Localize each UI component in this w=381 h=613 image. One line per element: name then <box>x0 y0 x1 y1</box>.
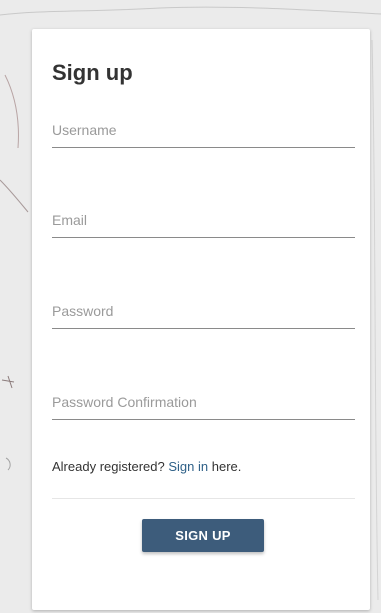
email-input[interactable] <box>52 203 355 237</box>
username-input[interactable] <box>52 113 355 147</box>
email-field-container <box>52 203 355 238</box>
already-registered-text: Already registered? <box>52 459 165 474</box>
sign-in-link[interactable]: Sign in <box>168 459 208 474</box>
here-text: here. <box>211 459 242 474</box>
page-title: Sign up <box>52 60 133 85</box>
divider <box>52 498 355 499</box>
password-input[interactable] <box>52 294 355 328</box>
signup-card: Sign up Already registered? Sign in here… <box>32 29 370 610</box>
signup-page: Sign up Already registered? Sign in here… <box>0 0 381 613</box>
username-field-container <box>52 113 355 148</box>
password-field-container <box>52 294 355 329</box>
sign-up-button[interactable]: SIGN UP <box>142 519 264 552</box>
already-registered-line: Already registered? Sign in here. <box>52 459 241 474</box>
password-confirmation-input[interactable] <box>52 385 355 419</box>
password-confirmation-field-container <box>52 385 355 420</box>
